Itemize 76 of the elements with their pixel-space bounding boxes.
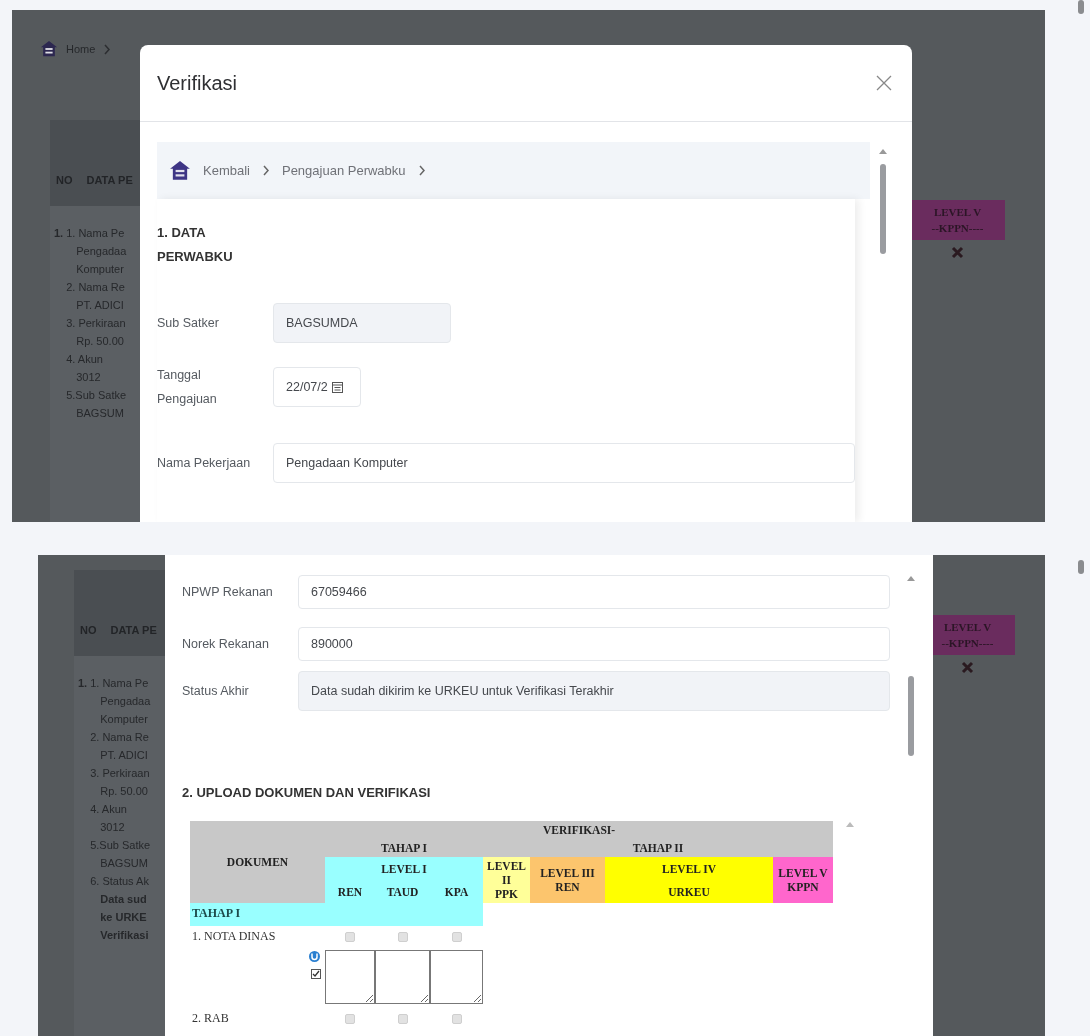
level-header: LEVEL I [325,857,483,880]
detail-value: Data sud [99,892,148,907]
detail-label: 4. Akun [66,352,104,367]
level-header: LEVEL II PPK [483,857,530,903]
row-number: 1. [78,676,88,691]
field-label: Status Akhir [182,683,250,700]
calendar-icon[interactable] [331,381,343,393]
note-field[interactable] [375,949,430,1004]
checked-box-icon[interactable] [311,968,321,979]
date-field[interactable]: 22/07/2 [273,367,361,407]
home-icon[interactable] [40,40,58,58]
detail-label: 3. Perkiraan [90,766,151,781]
detail-value: PT. ADICI [75,298,125,313]
field-label: Norek Rekanan [182,636,270,653]
detail-value: PT. ADICI [99,748,149,763]
chevron-icon [417,165,426,176]
detail-label: 4. Akun [90,802,128,817]
arrow-up-icon[interactable] [907,575,915,581]
breadcrumb-link[interactable]: Pengajuan Perwabku [281,163,406,178]
level-header: LEVEL V KPPN [773,857,834,903]
detail-value: BAGSUM [75,406,125,421]
cross-icon [961,661,974,674]
detail-label: 1. Nama Pe [90,676,150,691]
field-label: Tanggal Pengajuan [157,367,218,408]
input-field[interactable]: BAGSUMDA [273,303,451,343]
note-field[interactable] [325,949,375,1004]
dialog-title: Verifikasi [157,71,238,95]
ring-icon[interactable] [308,949,321,963]
stage-header: TAHAP I [325,839,483,857]
document-name: 2. RAB [192,1011,229,1026]
home-icon[interactable] [169,159,191,182]
role-header: TAUD [375,880,430,903]
document-name: 1. NOTA DINAS [192,928,276,943]
chevron-icon [103,43,112,55]
badge-subtitle: --KPPN---- [931,221,984,236]
table-title: VERIFIKASI- [325,821,834,839]
detail-value: Pengadaa [99,694,151,709]
detail-label: 6. Status Ak [90,874,150,889]
input-field[interactable]: Pengadaan Komputer [273,443,855,483]
breadcrumb-link[interactable]: Kembali [203,163,250,178]
input-field[interactable]: Data sudah dikirim ke URKEU untuk Verifikasi Terakhir [298,671,890,711]
chevron-icon [261,165,270,176]
level-header: LEVEL IV [605,857,773,880]
arrow-up-icon[interactable] [879,148,887,154]
detail-value: Pengadaa [75,244,127,259]
detail-value: 3012 [75,370,102,385]
input-field[interactable]: 67059466 [298,575,890,609]
detail-value: Verifikasi [99,928,150,943]
role-header: KPA [430,880,483,903]
section-title: 2. UPLOAD DOKUMEN DAN VERIFIKASI [182,784,432,802]
column-header: DOKUMEN [190,821,325,903]
row-number: 1. [54,226,64,241]
role-header: URKEU [605,880,773,903]
detail-value: 3012 [99,820,126,835]
badge-title: LEVEL V [943,620,992,635]
detail-value: ke URKE [99,910,148,925]
close-button[interactable] [874,73,894,93]
level-header: LEVEL III REN [530,857,605,903]
detail-label: 3. Perkiraan [66,316,127,331]
badge-subtitle: --KPPN---- [941,636,994,651]
section-label: TAHAP I [192,906,241,920]
arrow-up-icon[interactable] [846,821,855,827]
field-label: Sub Satker [157,315,220,332]
detail-value: BAGSUM [99,856,149,871]
stage-header: TAHAP II [483,839,834,857]
field-label: Nama Pekerjaan [157,455,252,472]
input-field[interactable]: 890000 [298,627,890,661]
note-field[interactable] [430,949,483,1004]
cross-icon [951,246,964,259]
detail-label: 1. Nama Pe [66,226,126,241]
detail-value: Komputer [99,712,149,727]
detail-value: Komputer [75,262,125,277]
role-header: REN [325,880,375,903]
field-label: NPWP Rekanan [182,584,274,601]
section-title: 1. DATA PERWABKU [157,224,234,266]
badge-title: LEVEL V [933,205,982,220]
